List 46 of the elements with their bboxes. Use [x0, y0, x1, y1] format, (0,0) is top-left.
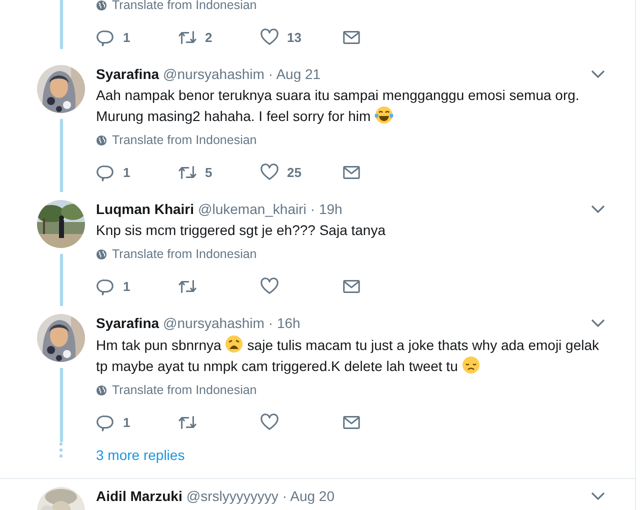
- tweet-time[interactable]: · 19h: [310, 201, 342, 217]
- translate-link[interactable]: Translate from Indonesian: [112, 133, 257, 147]
- action-count: 2: [205, 30, 212, 44]
- chevron-down-icon[interactable]: [591, 491, 605, 501]
- tweet-time[interactable]: · 16h: [268, 315, 300, 331]
- action-count: 1: [123, 30, 130, 44]
- chevron-down-icon[interactable]: [591, 318, 605, 328]
- action-count: 1: [123, 164, 130, 180]
- reply-icon[interactable]: [96, 412, 115, 432]
- action-count: 25: [287, 164, 302, 180]
- user-name[interactable]: Syarafina: [96, 315, 160, 331]
- user-handle[interactable]: @nursyahashim: [163, 315, 264, 331]
- translate-link[interactable]: Translate from Indonesian: [112, 247, 257, 261]
- tweet-time[interactable]: · Aug 20: [282, 488, 334, 504]
- globe-icon: [96, 134, 107, 146]
- action-count: 5: [205, 164, 212, 180]
- user-name[interactable]: Luqman Khairi: [96, 201, 194, 217]
- chevron-down-icon[interactable]: [591, 204, 605, 214]
- user-handle[interactable]: @lukeman_khairi: [198, 201, 306, 217]
- action-count: 1: [123, 414, 130, 430]
- globe-icon: [96, 384, 107, 396]
- user-handle[interactable]: @nursyahashim: [163, 66, 264, 82]
- reply-icon[interactable]: [96, 162, 115, 182]
- sad-emoji-icon: [460, 355, 481, 375]
- action-count: 13: [287, 30, 302, 44]
- translate-link[interactable]: Translate from Indonesian: [112, 0, 257, 12]
- heart-icon[interactable]: [260, 162, 279, 182]
- heart-icon[interactable]: [260, 412, 279, 432]
- tweet-text: Knp sis mcm triggered sgt je eh??? Saja tanya: [96, 221, 386, 240]
- tweet-text: Aah nampak benor teruknya suara itu sampai mengganggu emosi semua org. Murung masing2 hahaha. I feel sorry for him: [96, 86, 580, 126]
- heart-icon[interactable]: [260, 28, 279, 46]
- user-name[interactable]: Syarafina: [96, 66, 160, 82]
- globe-icon: [96, 248, 107, 260]
- tweet-text: Hm tak pun sbnrnya saje tulis macam tu just a joke thats why ada emoji gelak tp maybe ayat tu nmpk cam triggered.K delete lah tweet tu: [96, 334, 605, 376]
- chevron-down-icon[interactable]: [591, 69, 605, 79]
- heart-icon[interactable]: [260, 276, 279, 296]
- laughing-emoji-icon: [374, 105, 394, 125]
- action-count: 1: [123, 278, 130, 294]
- translate-link[interactable]: Translate from Indonesian: [112, 383, 257, 397]
- more-replies-link[interactable]: 3 more replies: [96, 447, 185, 463]
- reply-icon[interactable]: [96, 276, 115, 296]
- reply-icon[interactable]: [96, 28, 115, 46]
- tweet-time[interactable]: · Aug 21: [268, 66, 321, 82]
- user-handle[interactable]: @srslyyyyyyyy: [186, 488, 278, 504]
- user-name[interactable]: Aidil Marzuki: [96, 488, 182, 504]
- weary-emoji-icon: [224, 334, 244, 354]
